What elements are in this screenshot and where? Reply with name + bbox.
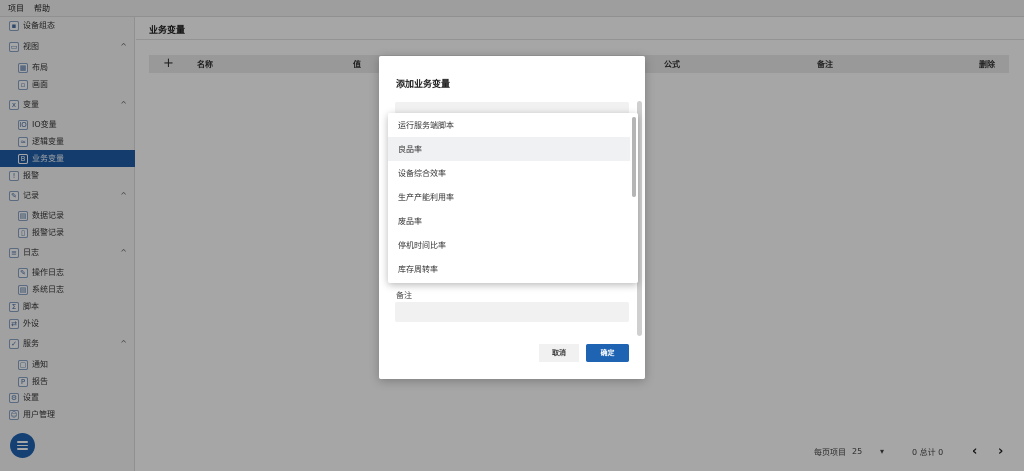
dropdown-scrollbar[interactable] [632, 117, 636, 197]
dialog-title: 添加业务变量 [396, 80, 451, 90]
dropdown-option[interactable]: 生产产能利用率 [388, 185, 630, 209]
dropdown-option[interactable]: 废品率 [388, 209, 630, 233]
confirm-button[interactable]: 确定 [586, 344, 629, 362]
dropdown-option[interactable]: 设备综合效率 [388, 161, 630, 185]
dropdown-option[interactable]: 库存周转率 [388, 257, 630, 281]
cancel-button[interactable]: 取消 [539, 344, 579, 362]
remark-input[interactable] [395, 302, 629, 322]
dropdown-option[interactable]: 运行服务端脚本 [388, 113, 630, 137]
dropdown-option[interactable]: 良品率 [388, 137, 630, 161]
remark-label: 备注 [396, 291, 412, 300]
formula-dropdown-menu: 运行服务端脚本 良品率 设备综合效率 生产产能利用率 废品率 停机时间比率 库存… [388, 113, 638, 283]
dropdown-option[interactable]: 停机时间比率 [388, 233, 630, 257]
